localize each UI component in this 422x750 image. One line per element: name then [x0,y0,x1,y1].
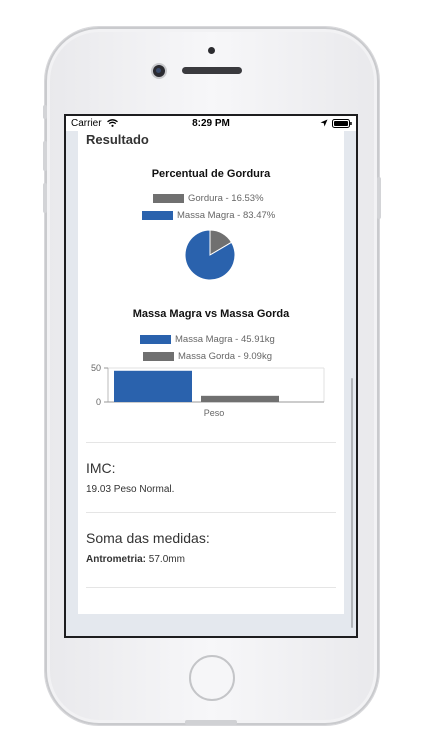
clock-label: 8:29 PM [192,118,230,129]
power-button [377,177,381,219]
card-title: Resultado [86,132,149,147]
home-button[interactable] [189,655,235,701]
mass-legend-massa-magra[interactable]: Massa Magra - 45.91kg [78,334,344,346]
front-camera [153,65,165,77]
bar-massa-gorda [201,395,279,402]
proximity-sensor [208,47,215,54]
volume-up-button [43,141,47,171]
mass-chart-title: Massa Magra vs Massa Gorda [132,308,290,320]
legend-label: Massa Magra - 45.91kg [175,334,275,345]
legend-swatch [153,194,184,203]
earpiece-speaker [182,67,242,74]
imc-title: IMC: [86,460,116,476]
legend-label: Massa Gorda - 9.09kg [178,351,272,362]
result-card: Resultado Percentual de Gordura Gordura … [78,126,344,614]
battery-icon [332,119,352,128]
legend-swatch [142,211,173,220]
medidas-row: Antrometria: 57.0mm [86,554,185,565]
fat-legend-massa-magra[interactable]: Massa Magra - 83.47% [78,210,344,222]
volume-down-button [43,183,47,213]
legend-swatch [140,335,171,344]
fat-legend-gordura[interactable]: Gordura - 16.53% [78,193,344,205]
status-bar: Carrier 8:29 PM [66,116,356,131]
antrometria-label: Antrometria: [86,554,147,565]
app-screen: Carrier 8:29 PM Resultado Percentual de … [64,114,358,638]
legend-swatch [143,352,174,361]
bar-massa-magra [114,370,192,402]
medidas-title: Soma das medidas: [86,530,210,546]
mass-bar-chart: 50 0 Peso [91,364,325,418]
mute-switch [43,105,47,119]
section-divider [86,587,336,588]
device-bottom-edge [185,720,237,725]
mass-legend-massa-gorda[interactable]: Massa Gorda - 9.09kg [78,351,344,363]
legend-label: Massa Magra - 83.47% [177,210,276,221]
fat-pie-chart [184,229,236,281]
y-tick-label: 0 [96,397,101,407]
y-tick-label: 50 [91,364,101,373]
section-divider [86,442,336,443]
scrollbar[interactable] [351,378,353,628]
antrometria-value: 57.0mm [148,554,185,565]
legend-label: Gordura - 16.53% [188,193,264,204]
section-divider [86,512,336,513]
location-arrow-icon [320,119,328,127]
x-category-label: Peso [204,408,225,418]
fat-chart-title: Percentual de Gordura [151,168,271,180]
imc-value: 19.03 Peso Normal. [86,484,175,495]
